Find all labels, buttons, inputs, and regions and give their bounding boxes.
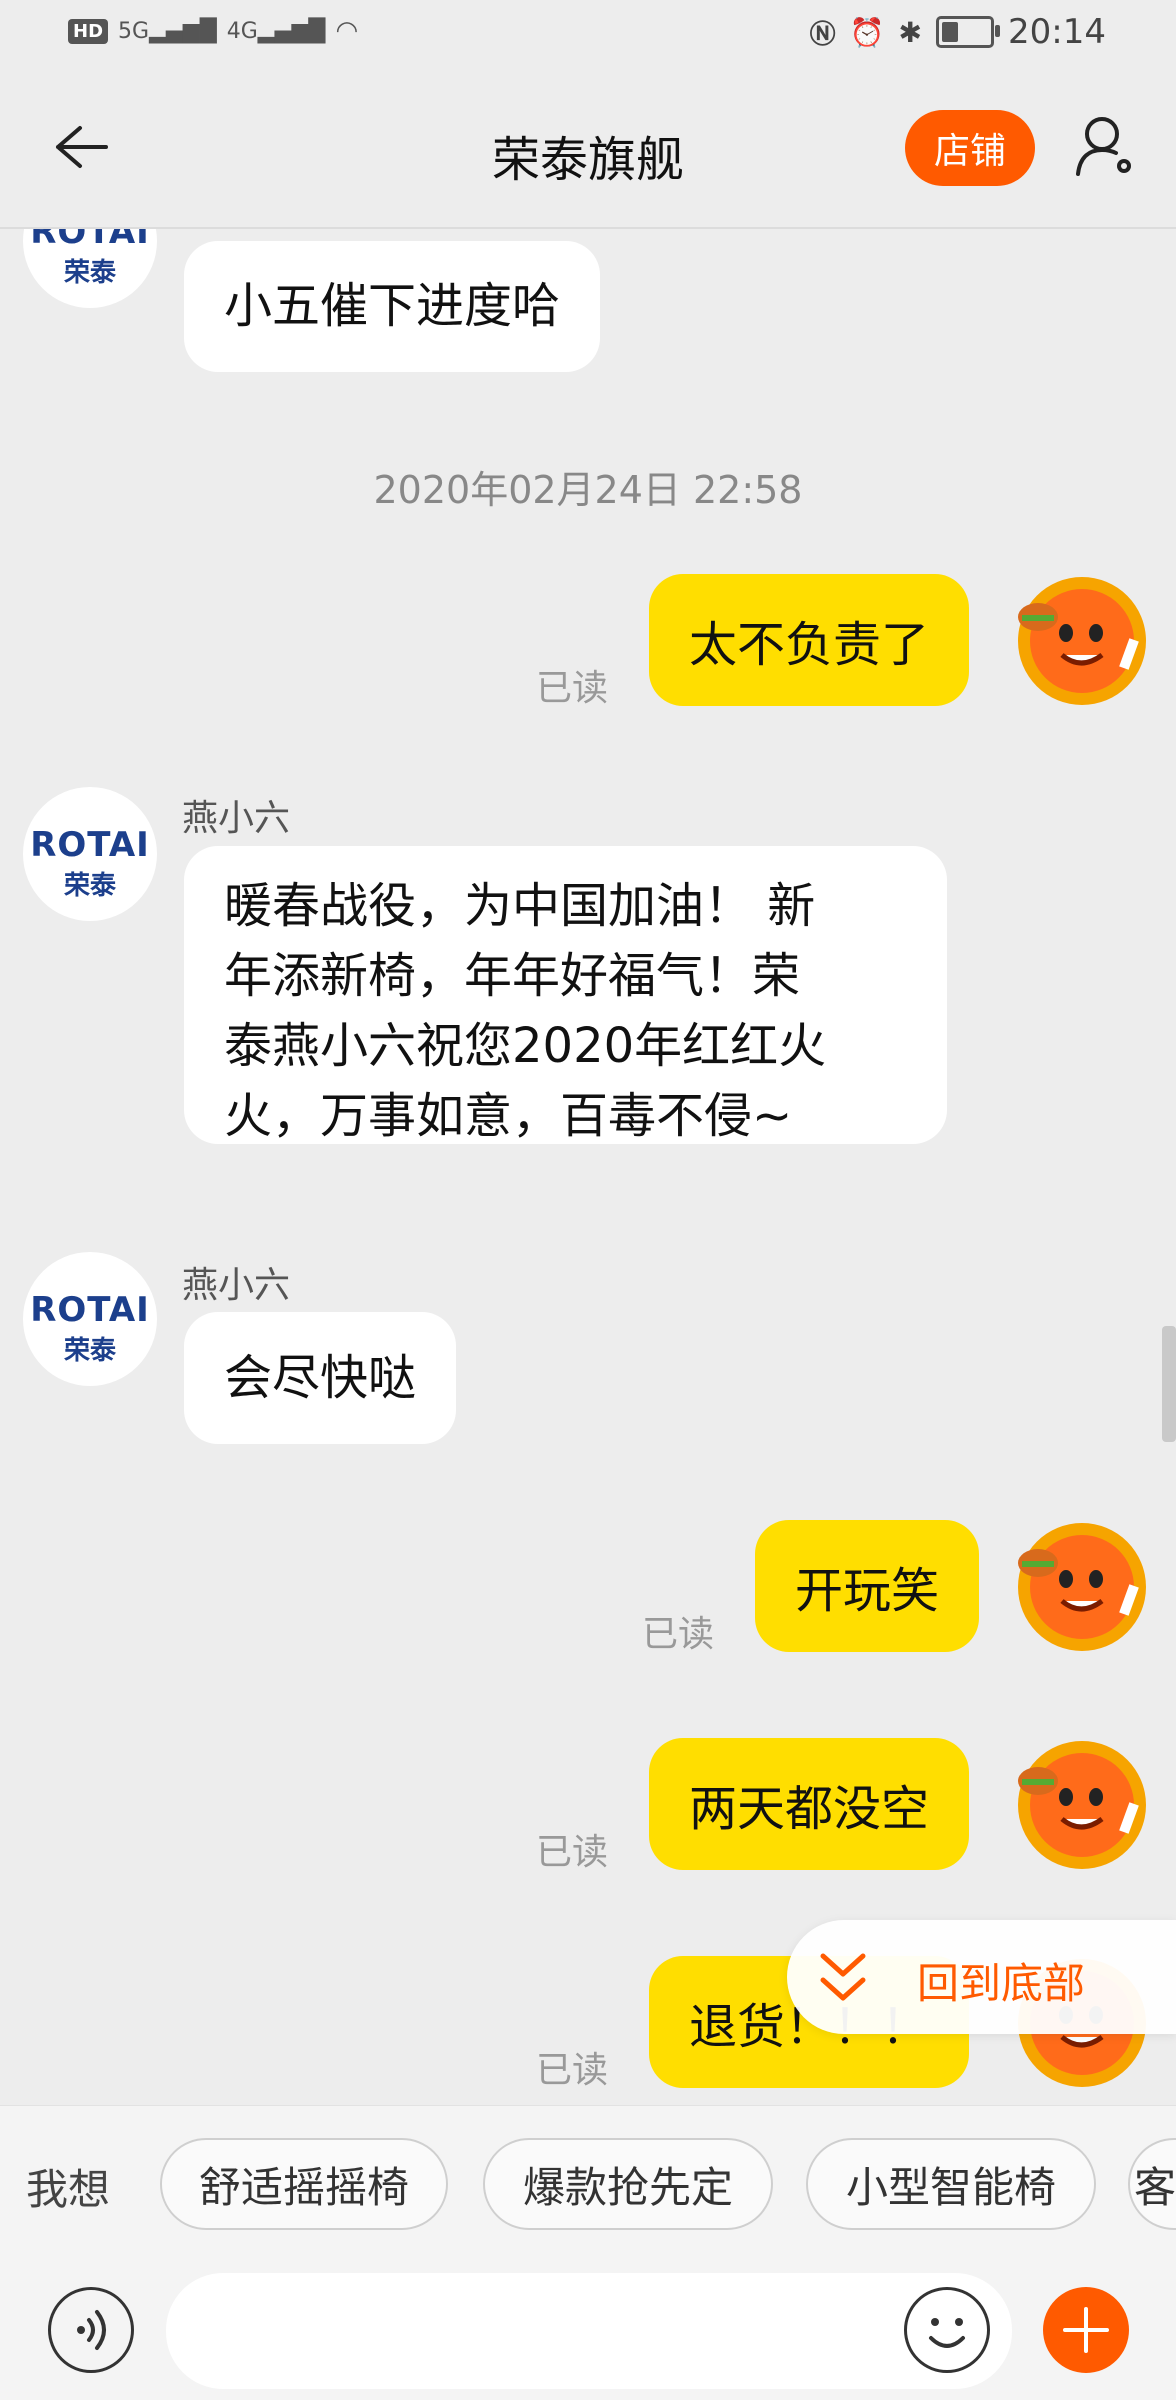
- smiley-icon: [929, 2318, 965, 2348]
- message-text-line: 年添新椅，年年好福气！荣: [224, 948, 801, 1004]
- shop-avatar[interactable]: ROTAI 荣泰: [23, 787, 157, 921]
- message-text: 会尽快哒: [224, 1350, 417, 1406]
- status-left: HD 5G▂▄▆█ 4G▂▄▆█ ◠: [68, 16, 358, 46]
- shop-avatar[interactable]: ROTAI 荣泰: [23, 229, 157, 308]
- input-bar: [0, 2265, 1176, 2400]
- sender-name: 燕小六: [182, 1265, 291, 1306]
- signal-4g-icon: 4G▂▄▆█: [226, 18, 326, 44]
- status-right: Ⓝ ⏰ ✱ 20:14: [810, 12, 1106, 52]
- message-bubble[interactable]: 小五催下进度哈: [184, 241, 601, 372]
- double-chevron-down-icon: [820, 1953, 866, 2001]
- message-text: 小五催下进度哈: [224, 278, 561, 334]
- shop-avatar[interactable]: ROTAI 荣泰: [23, 1252, 157, 1386]
- back-to-bottom-button[interactable]: 回到底部: [787, 1920, 1176, 2034]
- status-bar: HD 5G▂▄▆█ 4G▂▄▆█ ◠ Ⓝ ⏰ ✱ 20:14: [0, 0, 1176, 72]
- read-receipt: 已读: [536, 1832, 609, 1873]
- message-text: 两天都没空: [689, 1781, 930, 1837]
- clock: 20:14: [1008, 12, 1106, 52]
- plus-icon: [1063, 2307, 1109, 2353]
- message-bubble[interactable]: 暖春战役，为中国加油！ 新 年添新椅，年年好福气！荣 泰燕小六祝您2020年红红…: [184, 846, 947, 1144]
- suggestion-chip[interactable]: 客: [1128, 2138, 1176, 2230]
- more-options-button[interactable]: [1043, 2287, 1129, 2373]
- my-message-bubble[interactable]: 太不负责了: [649, 574, 970, 706]
- user-settings-icon[interactable]: [1074, 112, 1138, 182]
- battery-icon: [936, 16, 1001, 48]
- suggestion-chip[interactable]: 舒适摇摇椅: [160, 2138, 448, 2230]
- sender-name: 燕小六: [182, 798, 291, 839]
- my-message-bubble[interactable]: 开玩笑: [755, 1520, 980, 1652]
- alarm-icon: ⏰: [849, 15, 885, 49]
- message-text-line: 泰燕小六祝您2020年红红火: [224, 1018, 827, 1074]
- suggestion-chip[interactable]: 小型智能椅: [806, 2138, 1096, 2230]
- voice-icon: [77, 2310, 106, 2350]
- message-text-line: 暖春战役，为中国加油！ 新: [224, 878, 816, 934]
- suggestion-prefix: 我想: [26, 2165, 111, 2214]
- user-avatar-icon[interactable]: [1004, 1505, 1154, 1655]
- emoji-button[interactable]: [904, 2287, 990, 2373]
- voice-input-button[interactable]: [48, 2287, 134, 2373]
- hd-badge: HD: [68, 18, 109, 44]
- message-text: 太不负责了: [689, 617, 930, 673]
- battery-level: [942, 22, 959, 42]
- store-button[interactable]: 店铺: [905, 110, 1035, 186]
- message-timestamp: 2020年02月24日 22:58: [373, 468, 803, 512]
- message-text-line: 火，万事如意，百毒不侵~: [224, 1088, 793, 1144]
- nfc-icon: Ⓝ: [809, 19, 836, 50]
- my-message-bubble[interactable]: 两天都没空: [649, 1738, 970, 1870]
- suggestion-chip[interactable]: 爆款抢先定: [483, 2138, 773, 2230]
- message-bubble[interactable]: 会尽快哒: [184, 1312, 457, 1444]
- read-receipt: 已读: [536, 668, 609, 709]
- read-receipt: 已读: [642, 1614, 715, 1655]
- user-avatar-icon[interactable]: [1004, 1723, 1154, 1873]
- wifi-icon: ◠: [335, 16, 359, 46]
- quick-suggestions: 我想 舒适摇摇椅 爆款抢先定 小型智能椅 客: [0, 2105, 1176, 2266]
- bluetooth-icon: ✱: [898, 15, 923, 49]
- back-to-bottom-label: 回到底部: [917, 1959, 1086, 2008]
- signal-5g-icon: 5G▂▄▆█: [118, 18, 217, 44]
- user-avatar-icon[interactable]: [1004, 559, 1154, 709]
- message-input[interactable]: [166, 2273, 1012, 2389]
- message-text: 开玩笑: [795, 1563, 940, 1619]
- read-receipt: 已读: [536, 2050, 609, 2091]
- chat-header: 荣泰旗舰 店铺: [0, 72, 1176, 229]
- scrollbar-thumb[interactable]: [1162, 1326, 1176, 1442]
- message-list[interactable]: ROTAI 荣泰 小五催下进度哈 2020年02月24日 22:58 已读 太不…: [0, 229, 1176, 2105]
